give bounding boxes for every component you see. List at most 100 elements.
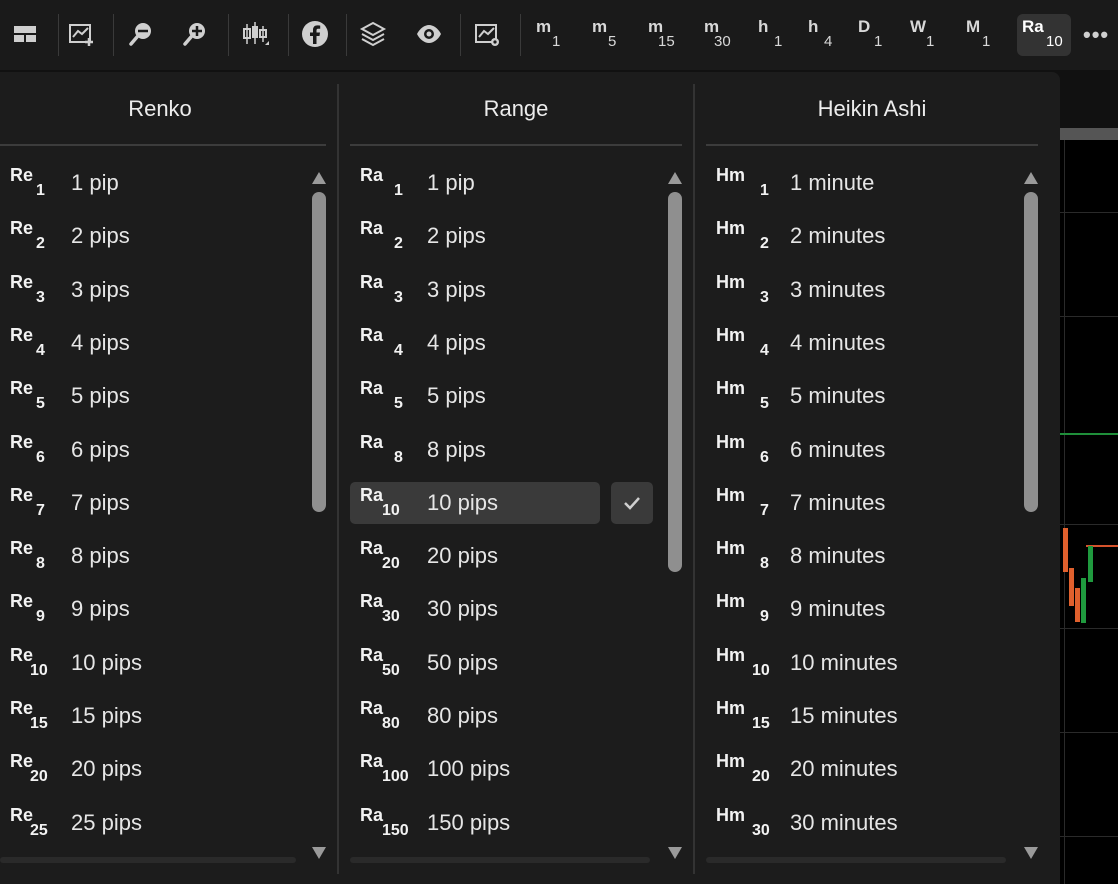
list-item[interactable]: Re 1 1 pip [0, 162, 300, 204]
add-chart-icon[interactable] [64, 15, 98, 53]
timeframe-d1[interactable]: D1 [846, 14, 892, 56]
item-abbreviation: Ra [360, 644, 384, 665]
scrollbar-thumb[interactable] [668, 192, 682, 572]
list-item[interactable]: Hm 9 9 minutes [706, 588, 1006, 630]
timeframe-m5[interactable]: m5 [580, 14, 626, 56]
list-item[interactable]: Hm 6 6 minutes [706, 429, 1006, 471]
timeframe-m30[interactable]: m 30 [692, 14, 738, 56]
item-abbreviation: Hm [716, 431, 746, 452]
item-label: 5 pips [427, 383, 486, 409]
column-divider [337, 84, 339, 874]
horizontal-scrollbar[interactable] [0, 857, 296, 863]
checkmark-icon[interactable] [611, 481, 653, 524]
list-item[interactable]: Ra 4 4 pips [350, 322, 650, 364]
timeframe-m1[interactable]: m1 [524, 14, 570, 56]
list-item[interactable]: Ra 50 50 pips [350, 642, 650, 684]
list-item[interactable]: Hm 5 5 minutes [706, 375, 1006, 417]
chart-settings-icon[interactable] [470, 15, 504, 53]
toolbar-separator [58, 14, 59, 56]
scroll-down-icon[interactable] [668, 847, 682, 859]
timeframe-h4[interactable]: h4 [796, 14, 842, 56]
scroll-up-icon[interactable] [668, 172, 682, 184]
list-item[interactable]: Ra 3 3 pips [350, 269, 650, 311]
list-item[interactable]: Re 3 3 pips [0, 269, 300, 311]
scroll-down-icon[interactable] [1024, 847, 1038, 859]
list-item[interactable]: Hm 3 3 minutes [706, 269, 1006, 311]
scroll-up-icon[interactable] [1024, 172, 1038, 184]
list-item[interactable]: Hm 15 15 minutes [706, 695, 1006, 737]
list-item[interactable]: Hm 2 2 minutes [706, 215, 1006, 257]
item-subscript: 30 [382, 608, 400, 626]
item-label: 1 minute [790, 170, 875, 195]
column-title: Range [483, 96, 549, 121]
list-item[interactable]: Ra 1 1 pip [350, 162, 650, 204]
range-list: Ra 1 1 pip Ra 2 2 pips Ra 3 3 pips Ra 4 4 pips Ra 5 5 … [350, 162, 660, 862]
list-item[interactable]: Ra 80 80 pips [350, 695, 650, 737]
scroll-up-icon[interactable] [312, 172, 326, 184]
bid-price-line [1060, 433, 1118, 435]
zoom-in-icon[interactable] [178, 15, 212, 53]
list-item[interactable]: Ra 150 150 pips [350, 802, 650, 844]
chart-area [1060, 128, 1118, 884]
item-abbreviation: Ra [360, 804, 384, 825]
timeframe-m15[interactable]: m 15 [636, 14, 682, 56]
horizontal-scrollbar[interactable] [350, 857, 650, 863]
toolbar: m1 m5 m 15 m 30 h1 h4 D1 W1 M1 Ra 10 ••• [0, 0, 1118, 70]
item-subscript: 8 [760, 555, 769, 573]
list-item[interactable]: Re 25 25 pips [0, 802, 300, 844]
list-item[interactable]: Re 4 4 pips [0, 322, 300, 364]
list-item[interactable]: Re 5 5 pips [0, 375, 300, 417]
layout-icon[interactable] [8, 15, 42, 53]
zoom-out-icon[interactable] [124, 15, 158, 53]
list-item[interactable]: Re 7 7 pips [0, 482, 300, 524]
item-abbreviation: Re [10, 378, 34, 399]
item-abbreviation: Ra [360, 698, 384, 718]
item-subscript: 7 [36, 501, 45, 519]
list-item[interactable]: Ra 10 10 pips [350, 481, 650, 524]
list-item[interactable]: Re 6 6 pips [0, 429, 300, 471]
list-item[interactable]: Ra 8 8 pips [350, 429, 650, 471]
list-item[interactable]: Hm 4 4 minutes [706, 322, 1006, 364]
list-item[interactable]: Hm 7 7 minutes [706, 482, 1006, 524]
timeframe-mn1[interactable]: M1 [954, 14, 1000, 56]
list-item[interactable]: Re 20 20 pips [0, 748, 300, 790]
timeframe-w1[interactable]: W1 [898, 14, 944, 56]
list-item[interactable]: Hm 10 10 minutes [706, 642, 1006, 684]
list-item[interactable]: Hm 8 8 minutes [706, 535, 1006, 577]
item-abbreviation: Re [10, 538, 34, 559]
more-options-button[interactable]: ••• [1083, 22, 1109, 48]
toolbar-separator [288, 14, 289, 56]
item-label: 10 pips [71, 649, 142, 675]
scroll-down-icon[interactable] [312, 847, 326, 859]
scrollbar-thumb[interactable] [1024, 192, 1038, 512]
horizontal-scrollbar[interactable] [706, 857, 1006, 863]
list-item[interactable]: Ra 2 2 pips [350, 215, 650, 257]
list-item[interactable]: Re 9 9 pips [0, 588, 300, 630]
item-label: 25 pips [71, 809, 142, 835]
scrollbar-thumb[interactable] [312, 192, 326, 512]
chart-gridline [1060, 836, 1118, 837]
list-item[interactable]: Ra 20 20 pips [350, 535, 650, 577]
list-item[interactable]: Re 10 10 pips [0, 642, 300, 684]
list-item[interactable]: Hm 1 1 minute [706, 162, 1006, 204]
item-abbreviation: Hm [716, 218, 746, 239]
timeframe-h1[interactable]: h1 [746, 14, 792, 56]
list-item[interactable]: Hm 30 30 minutes [706, 802, 1006, 844]
list-item[interactable]: Ra 30 30 pips [350, 588, 650, 630]
item-label: 10 pips [427, 489, 498, 515]
chart-type-icon[interactable] [238, 15, 272, 53]
list-item[interactable]: Re 15 15 pips [0, 695, 300, 737]
list-item[interactable]: Re 8 8 pips [0, 535, 300, 577]
timeframe-ra10[interactable]: Ra 10 [1017, 14, 1071, 56]
item-label: 4 minutes [790, 329, 886, 355]
layers-icon[interactable] [356, 15, 390, 53]
item-abbreviation: Ra [360, 378, 384, 399]
eye-icon[interactable] [412, 15, 446, 53]
candle [1069, 568, 1074, 606]
item-abbreviation: Hm [716, 644, 746, 665]
facebook-icon[interactable] [298, 15, 332, 53]
list-item[interactable]: Hm 20 20 minutes [706, 748, 1006, 790]
list-item[interactable]: Ra 5 5 pips [350, 375, 650, 417]
list-item[interactable]: Ra 100 100 pips [350, 748, 650, 790]
list-item[interactable]: Re 2 2 pips [0, 215, 300, 257]
